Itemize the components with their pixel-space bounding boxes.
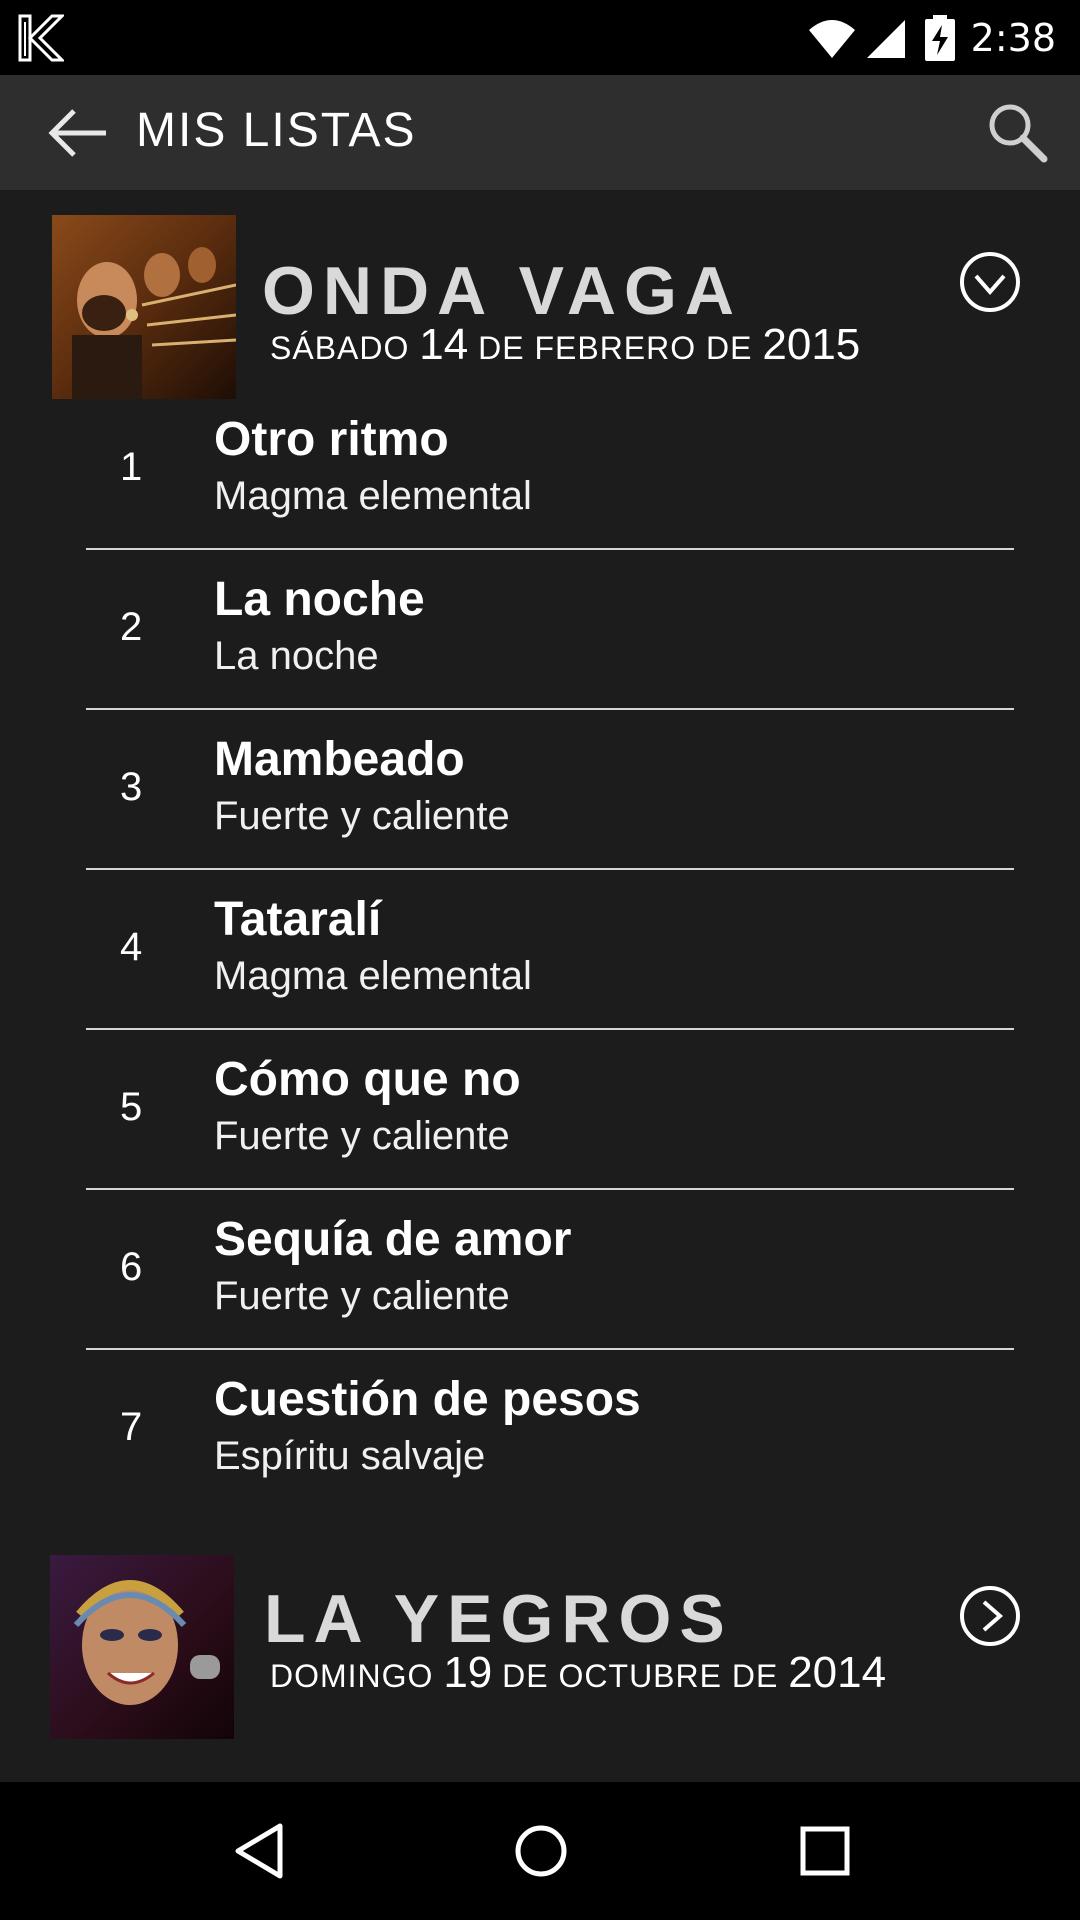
track-list: 1 Otro ritmo Magma elemental 2 La noche … (0, 390, 1080, 1510)
event-date-day: 19 (443, 1648, 493, 1697)
track-number: 2 (120, 605, 143, 649)
track-title: Cómo que no (214, 1053, 521, 1106)
event-date-day: 14 (419, 320, 469, 369)
chevron-down-circle-icon[interactable] (958, 250, 1022, 314)
track-title: Mambeado (214, 733, 465, 786)
list-item[interactable]: 6 Sequía de amor Fuerte y caliente (0, 1190, 1080, 1350)
event-date-year: 2014 (788, 1648, 887, 1697)
list-item[interactable]: 2 La noche La noche (0, 550, 1080, 710)
track-number: 1 (120, 445, 143, 489)
playlist-content: ONDA VAGA SÁBADO 14 DE FEBRERO DE 2015 1… (0, 190, 1080, 1782)
arrow-left-icon[interactable] (44, 105, 112, 161)
page-title: MIS LISTAS (136, 104, 417, 157)
event-name: ONDA VAGA (262, 253, 742, 329)
list-item[interactable]: 5 Cómo que no Fuerte y caliente (0, 1030, 1080, 1190)
event-date-mid: DE FEBRERO DE (478, 330, 753, 366)
event-date-year: 2015 (762, 320, 861, 369)
home-circle-icon[interactable] (506, 1816, 576, 1886)
status-icons: 2:38 (807, 10, 1056, 66)
navigation-bar (0, 1782, 1080, 1920)
wifi-icon (808, 20, 855, 58)
list-item[interactable]: 7 Cuestión de pesos Espíritu salvaje (0, 1350, 1080, 1510)
clock: 2:38 (970, 16, 1056, 60)
track-title: Sequía de amor (214, 1213, 572, 1266)
track-title: Otro ritmo (214, 413, 449, 466)
track-number: 5 (120, 1085, 143, 1129)
event-date-weekday: DOMINGO (270, 1658, 434, 1694)
recents-square-icon[interactable] (790, 1816, 860, 1886)
list-item[interactable]: 4 Tataralí Magma elemental (0, 870, 1080, 1030)
track-album: Fuerte y caliente (214, 1114, 510, 1158)
list-item[interactable]: 1 Otro ritmo Magma elemental (0, 390, 1080, 550)
track-number: 6 (120, 1245, 143, 1289)
event-date-weekday: SÁBADO (270, 330, 410, 366)
back-triangle-icon[interactable] (224, 1816, 294, 1886)
track-title: Cuestión de pesos (214, 1373, 641, 1426)
track-album: Magma elemental (214, 954, 532, 998)
track-album: Espíritu salvaje (214, 1434, 486, 1478)
track-number: 3 (120, 765, 143, 809)
event-date-mid: DE OCTUBRE DE (502, 1658, 779, 1694)
track-album: Magma elemental (214, 474, 532, 518)
chevron-right-circle-icon[interactable] (958, 1584, 1022, 1648)
event-thumbnail (50, 1555, 234, 1739)
app-bar: MIS LISTAS (0, 75, 1080, 190)
event-thumbnail (52, 215, 236, 399)
track-title: Tataralí (214, 893, 382, 946)
app-logo-icon (18, 14, 64, 62)
list-item[interactable]: 3 Mambeado Fuerte y caliente (0, 710, 1080, 870)
track-album: Fuerte y caliente (214, 794, 510, 838)
event-header[interactable]: LA YEGROS DOMINGO 19 DE OCTUBRE DE 2014 (0, 1540, 1080, 1739)
signal-icon (866, 20, 905, 58)
track-album: Fuerte y caliente (214, 1274, 510, 1318)
track-album: La noche (214, 634, 379, 678)
track-number: 4 (120, 925, 143, 969)
battery-charging-icon (924, 15, 955, 61)
track-number: 7 (120, 1405, 143, 1449)
search-icon[interactable] (984, 99, 1050, 165)
track-title: La noche (214, 573, 425, 626)
event-header[interactable]: ONDA VAGA SÁBADO 14 DE FEBRERO DE 2015 (0, 190, 1080, 399)
event-date: SÁBADO 14 DE FEBRERO DE 2015 (270, 320, 860, 370)
event-name: LA YEGROS (264, 1581, 733, 1657)
status-bar: 2:38 (0, 0, 1080, 75)
event-date: DOMINGO 19 DE OCTUBRE DE 2014 (270, 1648, 886, 1698)
